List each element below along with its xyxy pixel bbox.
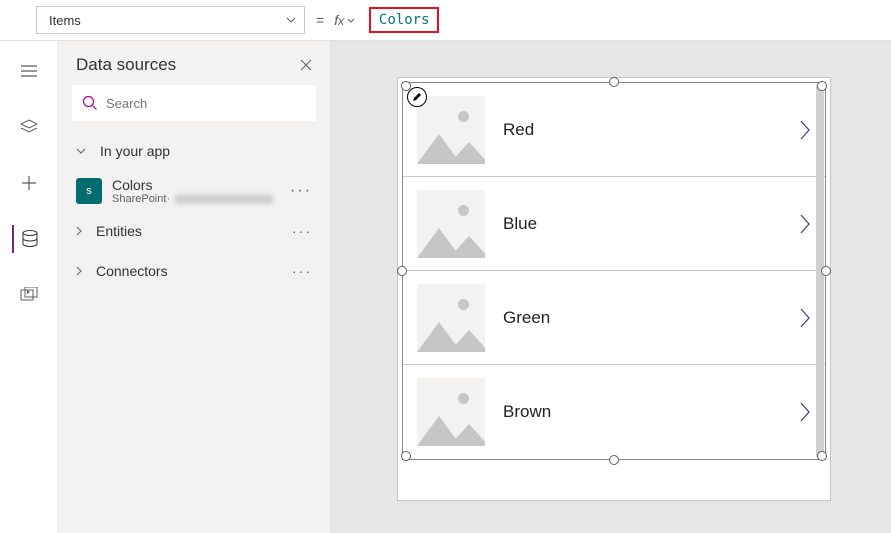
datasource-connector: SharePoint ·: [112, 193, 274, 205]
left-rail: [0, 41, 58, 533]
tree-view-button[interactable]: [13, 57, 45, 85]
data-sources-panel: Data sources In your app s Colors ShareP…: [58, 41, 331, 533]
chevron-right-icon: [76, 266, 82, 276]
equals-sign: =: [316, 12, 324, 28]
close-icon: [300, 59, 312, 71]
section-connectors[interactable]: Connectors ···: [58, 251, 330, 291]
image-placeholder: [417, 378, 485, 446]
fx-button[interactable]: fx: [334, 12, 355, 28]
chevron-right-icon: [76, 226, 82, 236]
data-button[interactable]: [12, 225, 44, 253]
search-icon: [82, 95, 98, 111]
add-button[interactable]: [13, 169, 45, 197]
panel-title: Data sources: [76, 55, 176, 75]
gallery-control[interactable]: Red Blue Green: [402, 82, 826, 460]
item-title: Green: [503, 308, 799, 328]
formula-bar: Items = fx Colors: [0, 0, 891, 41]
image-placeholder: [417, 190, 485, 258]
gallery-row[interactable]: Red: [403, 83, 825, 177]
panel-close-button[interactable]: [300, 59, 312, 71]
item-title: Blue: [503, 214, 799, 234]
gallery-row[interactable]: Brown: [403, 365, 825, 459]
chevron-down-icon: [76, 148, 86, 154]
formula-input[interactable]: Colors: [379, 12, 430, 28]
media-button[interactable]: [13, 281, 45, 309]
more-options-button[interactable]: ···: [292, 263, 312, 279]
item-title: Brown: [503, 402, 799, 422]
layers-icon: [20, 119, 38, 135]
screen-canvas[interactable]: Red Blue Green: [397, 77, 831, 501]
chevron-right-icon[interactable]: [799, 213, 811, 235]
media-icon: [20, 287, 38, 303]
section-label: Entities: [96, 223, 142, 239]
chevron-down-icon: [347, 18, 355, 23]
gallery-row[interactable]: Green: [403, 271, 825, 365]
search-input[interactable]: [106, 96, 306, 111]
insert-button[interactable]: [13, 113, 45, 141]
image-placeholder: [417, 96, 485, 164]
pencil-icon: [412, 92, 422, 102]
sharepoint-icon: s: [76, 178, 102, 204]
database-icon: [22, 230, 38, 248]
hamburger-icon: [21, 65, 37, 77]
canvas-area[interactable]: Red Blue Green: [331, 41, 891, 533]
formula-highlight: Colors: [369, 7, 440, 33]
chevron-right-icon[interactable]: [799, 307, 811, 329]
fx-label: fx: [334, 12, 344, 28]
chevron-right-icon[interactable]: [799, 401, 811, 423]
chevron-right-icon[interactable]: [799, 119, 811, 141]
search-box[interactable]: [72, 85, 316, 121]
gallery-scrollbar[interactable]: [816, 85, 824, 457]
section-in-your-app[interactable]: In your app: [58, 131, 330, 171]
property-name: Items: [49, 13, 81, 28]
gallery-row[interactable]: Blue: [403, 177, 825, 271]
section-label: Connectors: [96, 263, 168, 279]
item-title: Red: [503, 120, 799, 140]
datasource-item[interactable]: s Colors SharePoint · ···: [58, 171, 330, 211]
section-label: In your app: [100, 143, 170, 159]
more-options-button[interactable]: ···: [292, 223, 312, 239]
plus-icon: [22, 176, 36, 190]
more-options-button[interactable]: ···: [290, 182, 312, 200]
section-entities[interactable]: Entities ···: [58, 211, 330, 251]
datasource-name: Colors: [112, 177, 274, 193]
chevron-down-icon: [286, 17, 296, 23]
redacted-text: [174, 194, 274, 204]
image-placeholder: [417, 284, 485, 352]
edit-template-button[interactable]: [407, 87, 427, 107]
property-dropdown[interactable]: Items: [36, 6, 305, 34]
